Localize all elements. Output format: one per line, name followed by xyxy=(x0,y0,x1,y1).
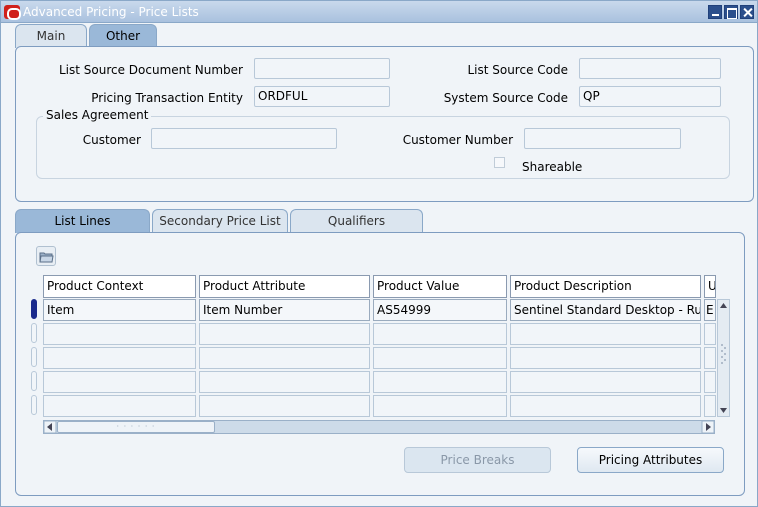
folder-icon xyxy=(39,252,54,263)
row-indicator[interactable] xyxy=(31,347,37,367)
scroll-up-arrow-icon[interactable] xyxy=(720,303,727,308)
row-indicator-current[interactable] xyxy=(31,299,37,319)
pricing-attributes-label: Pricing Attributes xyxy=(598,453,703,467)
row-indicator[interactable] xyxy=(31,323,37,343)
system-source-code-label: System Source Code xyxy=(443,91,568,105)
system-source-code-field[interactable]: QP xyxy=(579,86,721,107)
column-header-product-context[interactable]: Product Context xyxy=(43,275,196,298)
vertical-scrollbar[interactable] xyxy=(717,299,730,417)
cell-product-description[interactable]: Sentinel Standard Desktop - Rug xyxy=(510,299,701,321)
tab-qualifiers[interactable]: Qualifiers xyxy=(290,209,423,233)
customer-number-label: Customer Number xyxy=(402,133,513,147)
horizontal-scroll-thumb[interactable]: · · · · · · xyxy=(57,421,215,433)
list-source-doc-number-label: List Source Document Number xyxy=(58,63,243,77)
cell-uom[interactable]: E xyxy=(704,299,716,321)
cell-product-attribute[interactable]: Item Number xyxy=(199,299,370,321)
cell-uom[interactable] xyxy=(704,323,716,345)
cell-product-context[interactable] xyxy=(43,347,196,369)
cell-product-context[interactable] xyxy=(43,395,196,417)
cell-product-value[interactable] xyxy=(373,395,507,417)
vertical-scrollbar-graphics xyxy=(720,303,727,413)
tab-qualifiers-label: Qualifiers xyxy=(327,214,386,228)
cell-product-context[interactable] xyxy=(43,371,196,393)
price-breaks-button[interactable]: Price Breaks xyxy=(404,447,551,473)
cell-product-attribute[interactable] xyxy=(199,323,370,345)
customer-number-field[interactable] xyxy=(524,128,681,149)
tab-secondary-price-list[interactable]: Secondary Price List xyxy=(152,209,288,233)
app-window: Advanced Pricing - Price Lists Main Othe… xyxy=(0,0,758,507)
list-source-code-label: List Source Code xyxy=(467,63,568,77)
tab-main-label: Main xyxy=(36,29,66,43)
cell-product-attribute[interactable] xyxy=(199,395,370,417)
cell-product-value[interactable] xyxy=(373,371,507,393)
tab-other[interactable]: Other xyxy=(89,24,157,48)
cell-product-value[interactable] xyxy=(373,347,507,369)
scroll-down-arrow-icon[interactable] xyxy=(720,408,727,413)
folder-tools-button[interactable] xyxy=(36,246,56,266)
window-title: Advanced Pricing - Price Lists xyxy=(23,5,199,19)
pricing-transaction-entity-label: Pricing Transaction Entity xyxy=(91,91,243,105)
cell-uom[interactable] xyxy=(704,347,716,369)
title-bar[interactable]: Advanced Pricing - Price Lists xyxy=(1,1,757,23)
cell-uom[interactable] xyxy=(704,395,716,417)
horizontal-scrollbar[interactable]: · · · · · · xyxy=(43,420,715,434)
shareable-label: Shareable xyxy=(522,160,583,174)
cell-product-attribute[interactable] xyxy=(199,371,370,393)
sales-agreement-legend: Sales Agreement xyxy=(43,108,152,122)
oracle-logo-icon xyxy=(4,5,21,20)
column-header-product-value[interactable]: Product Value xyxy=(373,275,507,298)
tab-other-label: Other xyxy=(105,29,141,43)
customer-label: Customer xyxy=(82,133,141,147)
tab-main[interactable]: Main xyxy=(15,24,87,48)
customer-field[interactable] xyxy=(151,128,337,149)
cell-product-value[interactable] xyxy=(373,323,507,345)
list-source-doc-number-field[interactable] xyxy=(254,58,390,79)
pricing-attributes-button[interactable]: Pricing Attributes xyxy=(577,447,724,473)
cell-product-value[interactable]: AS54999 xyxy=(373,299,507,321)
cell-product-description[interactable] xyxy=(510,323,701,345)
tab-list-lines[interactable]: List Lines xyxy=(15,209,150,233)
cell-product-description[interactable] xyxy=(510,371,701,393)
price-breaks-label: Price Breaks xyxy=(440,453,515,467)
column-header-product-attribute[interactable]: Product Attribute xyxy=(199,275,370,298)
list-source-code-field[interactable] xyxy=(579,58,721,79)
tab-secondary-price-list-label: Secondary Price List xyxy=(159,214,281,228)
scroll-grip-icon xyxy=(721,344,726,364)
minimize-icon[interactable] xyxy=(708,5,722,19)
close-icon[interactable] xyxy=(740,5,754,19)
cell-product-context[interactable]: Item xyxy=(43,299,196,321)
cell-product-description[interactable] xyxy=(510,395,701,417)
cell-uom[interactable] xyxy=(704,371,716,393)
row-indicator[interactable] xyxy=(31,371,37,391)
row-indicator[interactable] xyxy=(31,395,37,415)
tab-list-lines-label: List Lines xyxy=(54,214,111,228)
pricing-transaction-entity-field[interactable]: ORDFUL xyxy=(254,86,390,107)
cell-product-description[interactable] xyxy=(510,347,701,369)
column-header-uom[interactable]: U xyxy=(704,275,716,298)
maximize-icon[interactable] xyxy=(724,5,738,19)
shareable-checkbox[interactable] xyxy=(494,157,505,168)
cell-product-context[interactable] xyxy=(43,323,196,345)
column-header-product-description[interactable]: Product Description xyxy=(510,275,701,298)
cell-product-attribute[interactable] xyxy=(199,347,370,369)
